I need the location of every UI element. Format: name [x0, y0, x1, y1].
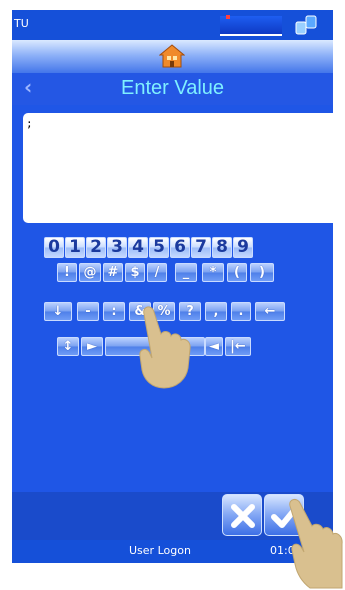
key-backspace[interactable]: ← [255, 302, 285, 321]
key-0[interactable]: 0 [44, 237, 64, 258]
key-period[interactable]: . [231, 302, 251, 321]
pointing-hand-icon [139, 306, 191, 389]
device-screen: TU ‹ Enter Value ; 0 1 2 3 4 5 6 7 8 9 !… [12, 10, 333, 563]
key-down-arrow[interactable]: ↓ [44, 302, 72, 321]
key-minus[interactable]: - [77, 302, 99, 321]
key-comma[interactable]: , [205, 302, 227, 321]
page-title: Enter Value [120, 77, 225, 99]
network-icon [295, 15, 317, 35]
key-hash[interactable]: # [103, 263, 123, 282]
home-bar [12, 40, 333, 73]
key-1[interactable]: 1 [65, 237, 85, 258]
value-input[interactable]: ; [23, 113, 333, 223]
user-logon-label[interactable]: User Logon [129, 544, 191, 557]
title-bar: ‹ Enter Value [12, 73, 333, 105]
key-underscore[interactable]: _ [175, 263, 197, 282]
key-left[interactable]: ◄ [205, 337, 223, 356]
key-2[interactable]: 2 [86, 237, 106, 258]
app-name: TU [14, 17, 29, 30]
key-7[interactable]: 7 [191, 237, 211, 258]
cancel-button[interactable] [222, 494, 262, 536]
home-icon[interactable] [159, 43, 185, 69]
key-open-paren[interactable]: ( [227, 263, 247, 282]
key-close-paren[interactable]: ) [250, 263, 274, 282]
key-exclamation[interactable]: ! [57, 263, 77, 282]
key-4[interactable]: 4 [128, 237, 148, 258]
key-at[interactable]: @ [79, 263, 101, 282]
key-right[interactable]: ► [81, 337, 103, 356]
close-icon [231, 504, 255, 528]
key-up-down[interactable]: ↕ [57, 337, 79, 356]
status-bar: TU [12, 10, 333, 40]
pointing-hand-icon [289, 498, 343, 589]
key-9[interactable]: 9 [233, 237, 253, 258]
key-8[interactable]: 8 [212, 237, 232, 258]
key-3[interactable]: 3 [107, 237, 127, 258]
key-asterisk[interactable]: * [202, 263, 224, 282]
signal-indicator-icon [220, 15, 282, 36]
key-slash[interactable]: / [147, 263, 167, 282]
key-home[interactable]: |← [225, 337, 251, 356]
key-dollar[interactable]: $ [125, 263, 145, 282]
key-5[interactable]: 5 [149, 237, 169, 258]
key-6[interactable]: 6 [170, 237, 190, 258]
key-colon[interactable]: : [103, 302, 125, 321]
